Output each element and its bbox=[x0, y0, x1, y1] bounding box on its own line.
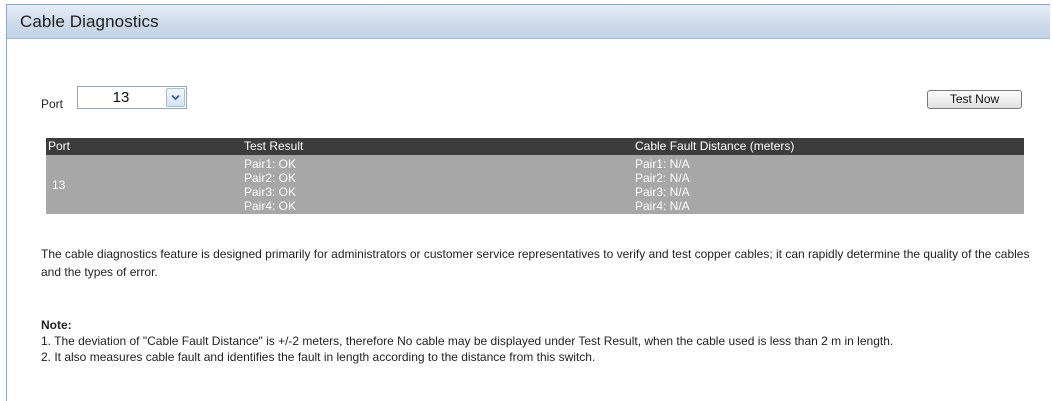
pair-result: Pair2: OK bbox=[244, 171, 297, 185]
page-title: Cable Diagnostics bbox=[20, 12, 159, 31]
pair-result: Pair3: OK bbox=[244, 185, 297, 199]
pair-result: Pair1: OK bbox=[244, 157, 297, 171]
port-select[interactable]: 13 bbox=[77, 86, 187, 109]
test-now-button[interactable]: Test Now bbox=[927, 90, 1022, 109]
chevron-down-icon bbox=[171, 94, 180, 101]
pair-result: Pair4: OK bbox=[244, 199, 297, 213]
table-header-row: Port Test Result Cable Fault Distance (m… bbox=[46, 138, 1024, 155]
title-bar: Cable Diagnostics bbox=[7, 5, 1050, 39]
row-fault-distance-cell: Pair1: N/A Pair2: N/A Pair3: N/A Pair4: … bbox=[633, 155, 1024, 214]
column-header-fault-distance: Cable Fault Distance (meters) bbox=[633, 138, 1024, 155]
table-row: 13 Pair1: OK Pair2: OK Pair3: OK Pair4: … bbox=[46, 155, 1024, 214]
pair-distance: Pair4: N/A bbox=[635, 199, 690, 213]
note-heading: Note: bbox=[41, 318, 72, 332]
row-test-result-cell: Pair1: OK Pair2: OK Pair3: OK Pair4: OK bbox=[242, 155, 633, 214]
results-table: Port Test Result Cable Fault Distance (m… bbox=[46, 138, 1024, 214]
column-header-test-result: Test Result bbox=[242, 138, 633, 155]
dropdown-button[interactable] bbox=[166, 88, 185, 107]
pair-distance: Pair3: N/A bbox=[635, 185, 690, 199]
pair-distance: Pair1: N/A bbox=[635, 157, 690, 171]
description-text: The cable diagnostics feature is designe… bbox=[41, 247, 1030, 279]
pair-distance: Pair2: N/A bbox=[635, 171, 690, 185]
port-label: Port bbox=[41, 97, 64, 111]
row-port-cell: 13 bbox=[46, 155, 242, 214]
column-header-port: Port bbox=[46, 138, 242, 155]
port-select-value: 13 bbox=[112, 89, 130, 106]
note-line-2: 2. It also measures cable fault and iden… bbox=[41, 350, 596, 364]
note-line-1: 1. The deviation of "Cable Fault Distanc… bbox=[41, 334, 894, 348]
